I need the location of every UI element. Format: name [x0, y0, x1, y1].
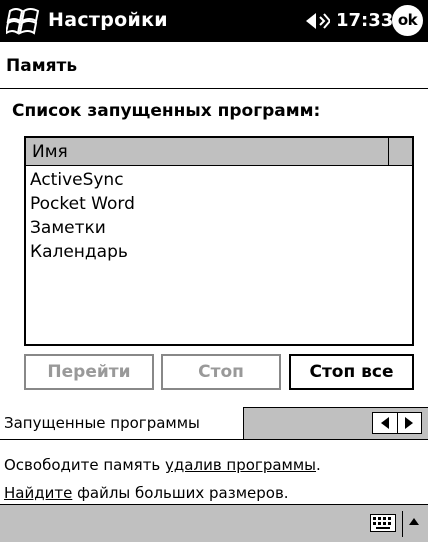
- divider: [402, 511, 403, 537]
- help-line-2: Найдите файлы больших размеров.: [4, 479, 321, 507]
- column-header-filler: [388, 138, 412, 166]
- windows-start-icon[interactable]: [6, 5, 42, 37]
- app-title: Настройки: [48, 9, 168, 31]
- tab-bar: Запущенные программы: [0, 407, 428, 440]
- tab-scroll-control: [372, 412, 422, 434]
- help-line-1: Освободите память удалив программы.: [4, 451, 321, 479]
- scroll-left-icon[interactable]: [381, 417, 389, 429]
- list-items: ActiveSync Pocket Word Заметки Календарь: [30, 168, 135, 264]
- input-menu-arrow-icon[interactable]: [409, 518, 419, 525]
- section-label: Список запущенных программ:: [12, 101, 321, 121]
- list-item[interactable]: Заметки: [30, 216, 135, 240]
- go-to-button[interactable]: Перейти: [24, 354, 154, 390]
- help-text-segment: файлы больших размеров.: [72, 484, 289, 502]
- column-header-label: Имя: [32, 142, 68, 162]
- help-text-segment: Освободите память: [4, 456, 166, 474]
- tab-label: Запущенные программы: [4, 414, 200, 432]
- separator: [0, 439, 428, 440]
- bottom-menu-bar: [0, 504, 428, 542]
- stop-button[interactable]: Стоп: [161, 354, 281, 390]
- help-text-segment: .: [316, 456, 321, 474]
- divider: [397, 413, 398, 433]
- tab-running-programs[interactable]: Запущенные программы: [0, 407, 244, 440]
- find-large-files-link[interactable]: Найдите: [4, 484, 72, 502]
- stop-all-button[interactable]: Стоп все: [289, 354, 414, 390]
- speaker-icon[interactable]: [304, 9, 330, 33]
- ok-button[interactable]: ok: [392, 5, 423, 36]
- help-text: Освободите память удалив программы. Найд…: [4, 451, 321, 507]
- list-item[interactable]: Календарь: [30, 240, 135, 264]
- page-subtitle: Память: [6, 56, 78, 76]
- clock[interactable]: 17:33: [336, 10, 393, 31]
- scroll-right-icon[interactable]: [405, 417, 413, 429]
- running-programs-list[interactable]: Имя ActiveSync Pocket Word Заметки Кален…: [24, 136, 414, 346]
- column-header-name[interactable]: Имя: [26, 138, 388, 166]
- separator: [0, 88, 428, 89]
- remove-programs-link[interactable]: удалив программы: [165, 456, 316, 474]
- title-bar: Настройки 17:33 ok: [0, 0, 428, 42]
- keyboard-icon[interactable]: [370, 514, 396, 532]
- list-item[interactable]: ActiveSync: [30, 168, 135, 192]
- list-item[interactable]: Pocket Word: [30, 192, 135, 216]
